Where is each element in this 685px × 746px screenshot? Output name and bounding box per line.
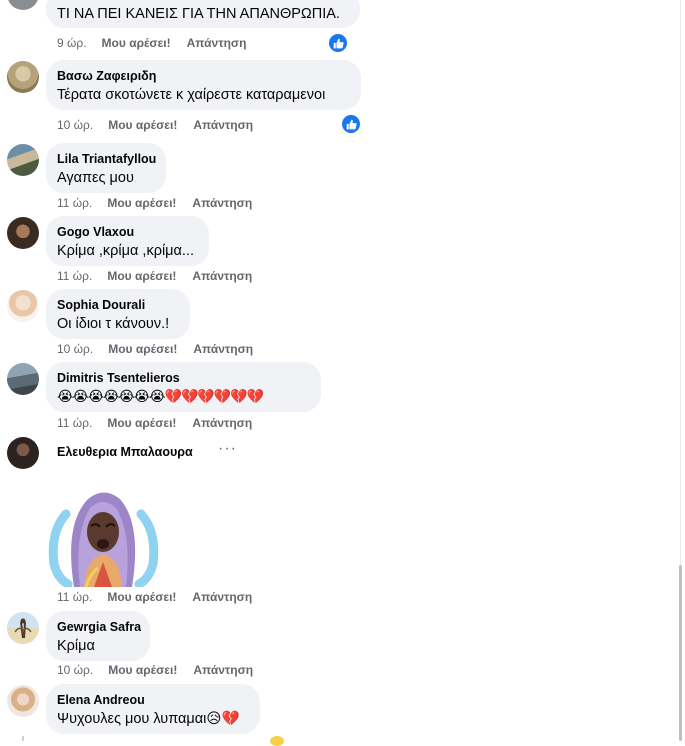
comment-bubble: Gewrgia Safra Κρίμα [46,611,150,661]
like-icon[interactable] [327,32,349,54]
comment-time[interactable]: 10 ώρ. [57,341,93,357]
reply-button[interactable]: Απάντηση [193,341,253,357]
comment-author[interactable]: Dimitris Tsentelieros [57,370,309,386]
avatar[interactable] [7,144,39,176]
comment-time[interactable]: 10 ώρ. [57,117,93,133]
comment-text: 😭😭😭😭😭😭😭💔💔💔💔💔💔 [57,389,264,405]
like-button[interactable]: Μου αρέσει! [107,415,176,431]
comment-time[interactable]: 11 ώρ. [57,195,92,211]
comment-actions: 9 ώρ. Μου αρέσει! Απάντηση [57,35,262,51]
like-button[interactable]: Μου αρέσει! [108,662,177,678]
like-button[interactable]: Μου αρέσει! [107,195,176,211]
comment-time[interactable]: 11 ώρ. [57,268,92,284]
comment-author[interactable]: Sophia Dourali [57,297,178,313]
like-button[interactable]: Μου αρέσει! [107,268,176,284]
comment-text: Κρίμα [57,638,95,654]
comment-bubble: Elena Andreou Ψυχουλες μου λυπαμαι😥💔 [46,684,260,734]
like-button[interactable]: Μου αρέσει! [102,35,171,51]
comment-actions: 10 ώρ. Μου αρέσει! Απάντηση [57,341,269,357]
reply-button[interactable]: Απάντηση [192,195,252,211]
like-icon[interactable] [340,113,362,135]
comment-actions: 11 ώρ. Μου αρέσει! Απάντηση [57,268,268,284]
reply-button[interactable]: Απάντηση [187,35,247,51]
more-options-icon[interactable]: ··· [218,440,237,458]
comment-bubble: Βασω Ζαφειριδη Τέρατα σκοτώνετε κ χαίρεσ… [46,60,361,110]
avatar[interactable] [7,612,39,644]
comment-actions: 11 ώρ. Μου αρέσει! Απάντηση [57,415,268,431]
comment-bubble: Dimitris Tsentelieros 😭😭😭😭😭😭😭💔💔💔💔💔💔 [46,362,321,412]
comment-author[interactable]: Gogo Vlaxou [57,224,197,240]
comment-text: Οι ίδιοι τ κάνουν.! [57,316,170,332]
like-button[interactable]: Μου αρέσει! [108,117,177,133]
comment-time[interactable]: 11 ώρ. [57,589,92,605]
comment-text: ΤΙ ΝΑ ΠΕΙ ΚΑΝΕΙΣ ΓΙΑ ΤΗΝ ΑΠΑΝΘΡΩΠΙΑ. [57,6,340,22]
reply-button[interactable]: Απάντηση [193,117,253,133]
avatar[interactable] [7,217,39,249]
avatar[interactable] [7,290,39,322]
reaction-emoji [270,736,284,746]
reply-button[interactable]: Απάντηση [192,589,252,605]
comment-time[interactable]: 9 ώρ. [57,35,87,51]
comment-bubble: Sophia Dourali Οι ίδιοι τ κάνουν.! [46,289,190,339]
comment-time[interactable]: 11 ώρ. [57,415,92,431]
avatar[interactable] [7,61,39,93]
comment-text: Κρίμα ,κρίμα ,κρίμα... [57,243,194,259]
comment-actions: 11 ώρ. Μου αρέσει! Απάντηση [57,589,268,605]
comment-text: Τέρατα σκοτώνετε κ χαίρεστε καταραμενοι [57,87,326,103]
scrollbar[interactable] [678,0,684,741]
avatar[interactable] [7,437,39,469]
comment-time[interactable]: 10 ώρ. [57,662,93,678]
comment-author[interactable]: Ελευθερια Μπαλαουρα [57,444,193,460]
avatar[interactable] [7,363,39,395]
comment-author[interactable]: Βασω Ζαφειριδη [57,68,349,84]
comment-actions: 10 ώρ. Μου αρέσει! Απάντηση [57,117,269,133]
comment-author[interactable]: Lila Triantafyllou [57,151,156,167]
crying-woman-sticker [46,484,161,589]
comment-bubble: Gogo Vlaxou Κρίμα ,κρίμα ,κρίμα... [46,216,209,266]
avatar[interactable] [7,0,39,10]
comment-actions: 10 ώρ. Μου αρέσει! Απάντηση [57,662,269,678]
scrollbar-thumb[interactable] [679,565,682,741]
reply-button[interactable]: Απάντηση [192,415,252,431]
comment-text: Αγαπες μου [57,170,134,186]
thread-line [22,736,24,741]
like-button[interactable]: Μου αρέσει! [107,589,176,605]
comment-actions: 11 ώρ. Μου αρέσει! Απάντηση [57,195,268,211]
comment-text: Ψυχουλες μου λυπαμαι😥💔 [57,711,240,727]
comment-author[interactable]: Elena Andreou [57,692,248,708]
comment-bubble: ΤΙ ΝΑ ΠΕΙ ΚΑΝΕΙΣ ΓΙΑ ΤΗΝ ΑΠΑΝΘΡΩΠΙΑ. [46,0,360,28]
reply-button[interactable]: Απάντηση [192,268,252,284]
comment-bubble: Lila Triantafyllou Αγαπες μου [46,143,166,193]
like-button[interactable]: Μου αρέσει! [108,341,177,357]
comment-author[interactable]: Gewrgia Safra [57,619,141,635]
reply-button[interactable]: Απάντηση [193,662,253,678]
avatar[interactable] [7,685,39,717]
